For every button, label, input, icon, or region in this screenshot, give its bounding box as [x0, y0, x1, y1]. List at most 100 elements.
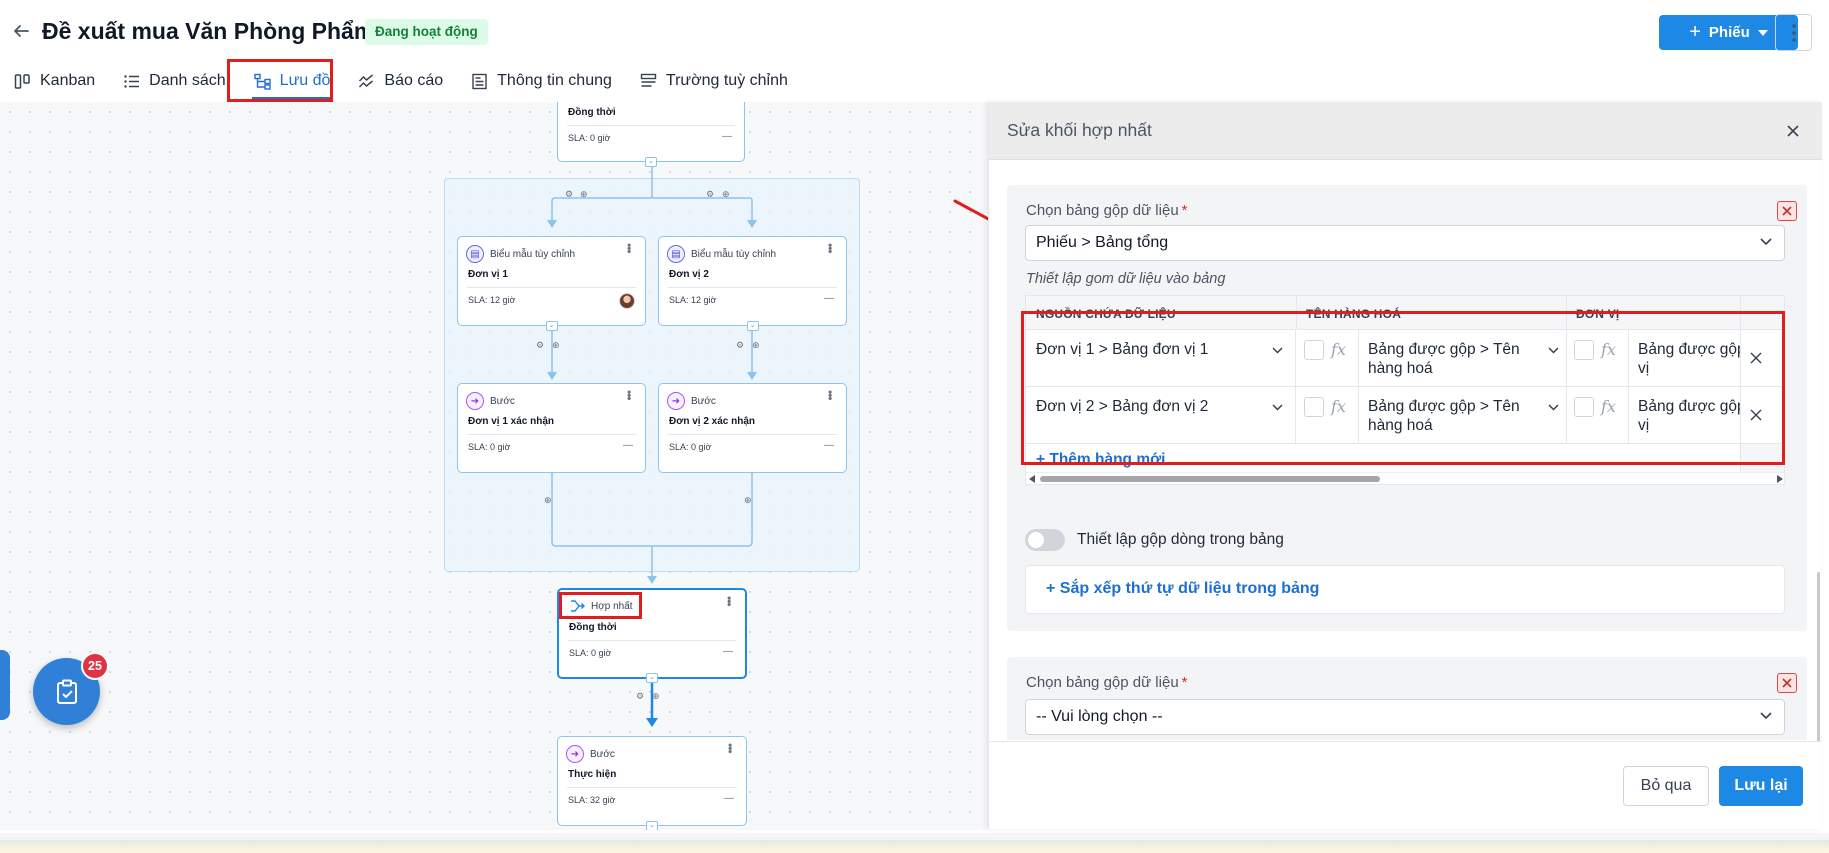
formula-checkbox[interactable] [1574, 340, 1594, 360]
tab-kanban[interactable]: Kanban [0, 59, 109, 103]
node-menu-icon[interactable]: ••• [622, 390, 636, 400]
flow-node-execute[interactable]: ➜ Bước ••• Thực hiện SLA: 32 giờ — ⌄ [557, 736, 747, 830]
chevron-down-icon [1548, 347, 1559, 354]
svg-text:⚙: ⚙ [565, 190, 573, 200]
more-options-button[interactable] [1775, 14, 1812, 51]
tab-label: Thông tin chung [497, 72, 612, 89]
scroll-right-icon[interactable] [1777, 475, 1783, 483]
flow-node-form-1[interactable]: ▤ Biểu mẫu tùy chỉnh ••• Đơn vị 1 SLA: 1… [457, 236, 646, 331]
column-header: TÊN HÀNG HOÁ [1306, 307, 1402, 321]
node-menu-icon[interactable]: ••• [823, 390, 837, 400]
node-sla: SLA: 0 giờ [468, 442, 511, 452]
panel-body: Chọn bảng gộp dữ liệu * Phiếu > Bảng tổng… [989, 160, 1822, 740]
scroll-left-icon[interactable] [1029, 475, 1035, 483]
source-select[interactable]: Đơn vị 1 > Bảng đơn vị 1 [1026, 330, 1296, 387]
add-row-link[interactable]: + Thêm hàng mới [1036, 451, 1165, 469]
remove-row-button[interactable] [1742, 401, 1770, 429]
horizontal-scrollbar[interactable] [1026, 472, 1784, 484]
connector-handle[interactable]: ⌄ [645, 157, 657, 167]
product-name-select[interactable]: Bảng được gộp > Tên hàng hoá [1368, 340, 1520, 378]
column-divider [1566, 296, 1567, 330]
unit-select[interactable]: Bảng được gộp vị [1638, 397, 1740, 435]
merge-table-select[interactable]: -- Vui lòng chọn -- [1025, 699, 1785, 735]
svg-text:⊕: ⊕ [722, 190, 730, 200]
kanban-icon [14, 73, 30, 89]
merge-rows-toggle[interactable] [1025, 529, 1065, 551]
connector-handle[interactable]: ⌄ [646, 673, 658, 683]
source-select[interactable]: Đơn vị 2 > Bảng đơn vị 2 [1026, 387, 1296, 444]
node-menu-icon[interactable]: ••• [723, 743, 737, 753]
skip-button[interactable]: Bỏ qua [1623, 766, 1709, 806]
product-name-select[interactable]: Bảng được gộp > Tên hàng hoá [1368, 397, 1520, 435]
node-dash: — [722, 131, 732, 142]
fx-icon[interactable]: fx [1601, 397, 1616, 416]
merge-table-select[interactable]: Phiếu > Bảng tổng [1025, 225, 1785, 261]
flow-node-parallel-top[interactable]: Đồng thời SLA: 0 giờ — ⌄ [557, 102, 745, 167]
view-tabs: Kanban Danh sách Lưu đồ Báo cáo Thông ti… [0, 59, 802, 103]
chevron-down-icon [1760, 712, 1772, 720]
node-menu-icon[interactable]: ••• [622, 243, 636, 253]
list-icon [124, 74, 140, 88]
node-title: Đồng thời [569, 622, 617, 633]
column-header: NGUỒN CHỨA DỮ LIỆU [1036, 307, 1176, 321]
formula-checkbox[interactable] [1304, 397, 1324, 417]
save-button[interactable]: Lưu lại [1719, 766, 1803, 806]
remove-section-button[interactable] [1777, 201, 1797, 221]
node-title: Đơn vị 2 xác nhận [669, 416, 756, 427]
notification-badge: 25 [81, 652, 109, 680]
select-line: hàng hoá [1368, 417, 1433, 434]
formula-checkbox[interactable] [1574, 397, 1594, 417]
scrollbar-thumb[interactable] [1040, 476, 1380, 482]
close-icon [1782, 206, 1792, 216]
section-sub-label: Thiết lập gom dữ liệu vào bảng [1026, 271, 1226, 287]
node-title: Thực hiện [568, 769, 617, 780]
node-sla: SLA: 12 giờ [669, 295, 717, 305]
node-dash: — [824, 293, 834, 304]
close-icon [1782, 678, 1792, 688]
status-badge: Đang hoạt động [365, 19, 488, 45]
remove-section-button[interactable] [1777, 673, 1797, 693]
tab-custom-fields[interactable]: Trường tuỳ chỉnh [626, 59, 802, 103]
tab-list[interactable]: Danh sách [109, 59, 240, 103]
select-line: Bảng được gộp > Tên [1368, 341, 1520, 358]
flow-node-step-2[interactable]: ➜ Bước ••• Đơn vị 2 xác nhận SLA: 0 giờ … [658, 383, 847, 473]
connector-handle[interactable]: ⌄ [646, 821, 658, 830]
connector-handle[interactable]: ⌄ [746, 321, 759, 331]
page-title: Đề xuất mua Văn Phòng Phẩm [42, 18, 375, 44]
node-menu-icon[interactable]: ••• [823, 243, 837, 253]
remove-row-button[interactable] [1742, 344, 1770, 372]
unit-select[interactable]: Bảng được gộp vị [1638, 340, 1740, 378]
back-arrow-icon[interactable] [10, 20, 32, 42]
svg-text:⚙: ⚙ [536, 341, 544, 351]
close-icon[interactable] [1782, 120, 1804, 142]
fx-icon[interactable]: fx [1601, 340, 1616, 359]
form-icon: ▤ [466, 245, 484, 263]
node-menu-icon[interactable]: ••• [722, 596, 736, 606]
custom-fields-icon [640, 73, 657, 87]
tab-report[interactable]: Báo cáo [344, 59, 457, 103]
flow-canvas[interactable]: ⚙ ⊕ ⚙ ⊕ ⚙ ⊕ ⚙ ⊕ ⊕ ⊕ ⚙ ⊕ Đồng thời SLA: 0 giờ —… [0, 102, 988, 830]
tab-general-info[interactable]: Thông tin chung [457, 59, 626, 103]
svg-text:⊕: ⊕ [652, 692, 660, 702]
svg-text:⚙: ⚙ [706, 190, 714, 200]
node-header: ▤ Biểu mẫu tùy chỉnh [667, 245, 776, 263]
sort-data-link[interactable]: + Sắp xếp thứ tự dữ liệu trong bảng [1046, 580, 1319, 598]
page-header: Đề xuất mua Văn Phòng Phẩm Đang hoạt độn… [0, 0, 1829, 102]
info-icon [472, 73, 487, 89]
select-line: Bảng được gộp > Tên [1368, 398, 1520, 415]
flow-node-form-2[interactable]: ▤ Biểu mẫu tùy chỉnh ••• Đơn vị 2 SLA: 1… [658, 236, 847, 331]
node-header: ▤ Biểu mẫu tùy chỉnh [466, 245, 575, 263]
side-handle[interactable] [0, 650, 10, 720]
svg-text:⊕: ⊕ [544, 496, 552, 506]
chevron-down-icon [1548, 404, 1559, 411]
connector-handle[interactable]: ⌄ [545, 321, 558, 331]
tab-label: Danh sách [149, 72, 226, 89]
clipboard-check-icon [56, 679, 77, 704]
fx-icon[interactable]: fx [1331, 397, 1346, 416]
node-sla: SLA: 0 giờ [669, 442, 712, 452]
flow-node-step-1[interactable]: ➜ Bước ••• Đơn vị 1 xác nhận SLA: 0 giờ … [457, 383, 646, 473]
fx-icon[interactable]: fx [1331, 340, 1346, 359]
node-separator [567, 787, 737, 788]
node-title: Đơn vị 1 [468, 269, 508, 280]
formula-checkbox[interactable] [1304, 340, 1324, 360]
